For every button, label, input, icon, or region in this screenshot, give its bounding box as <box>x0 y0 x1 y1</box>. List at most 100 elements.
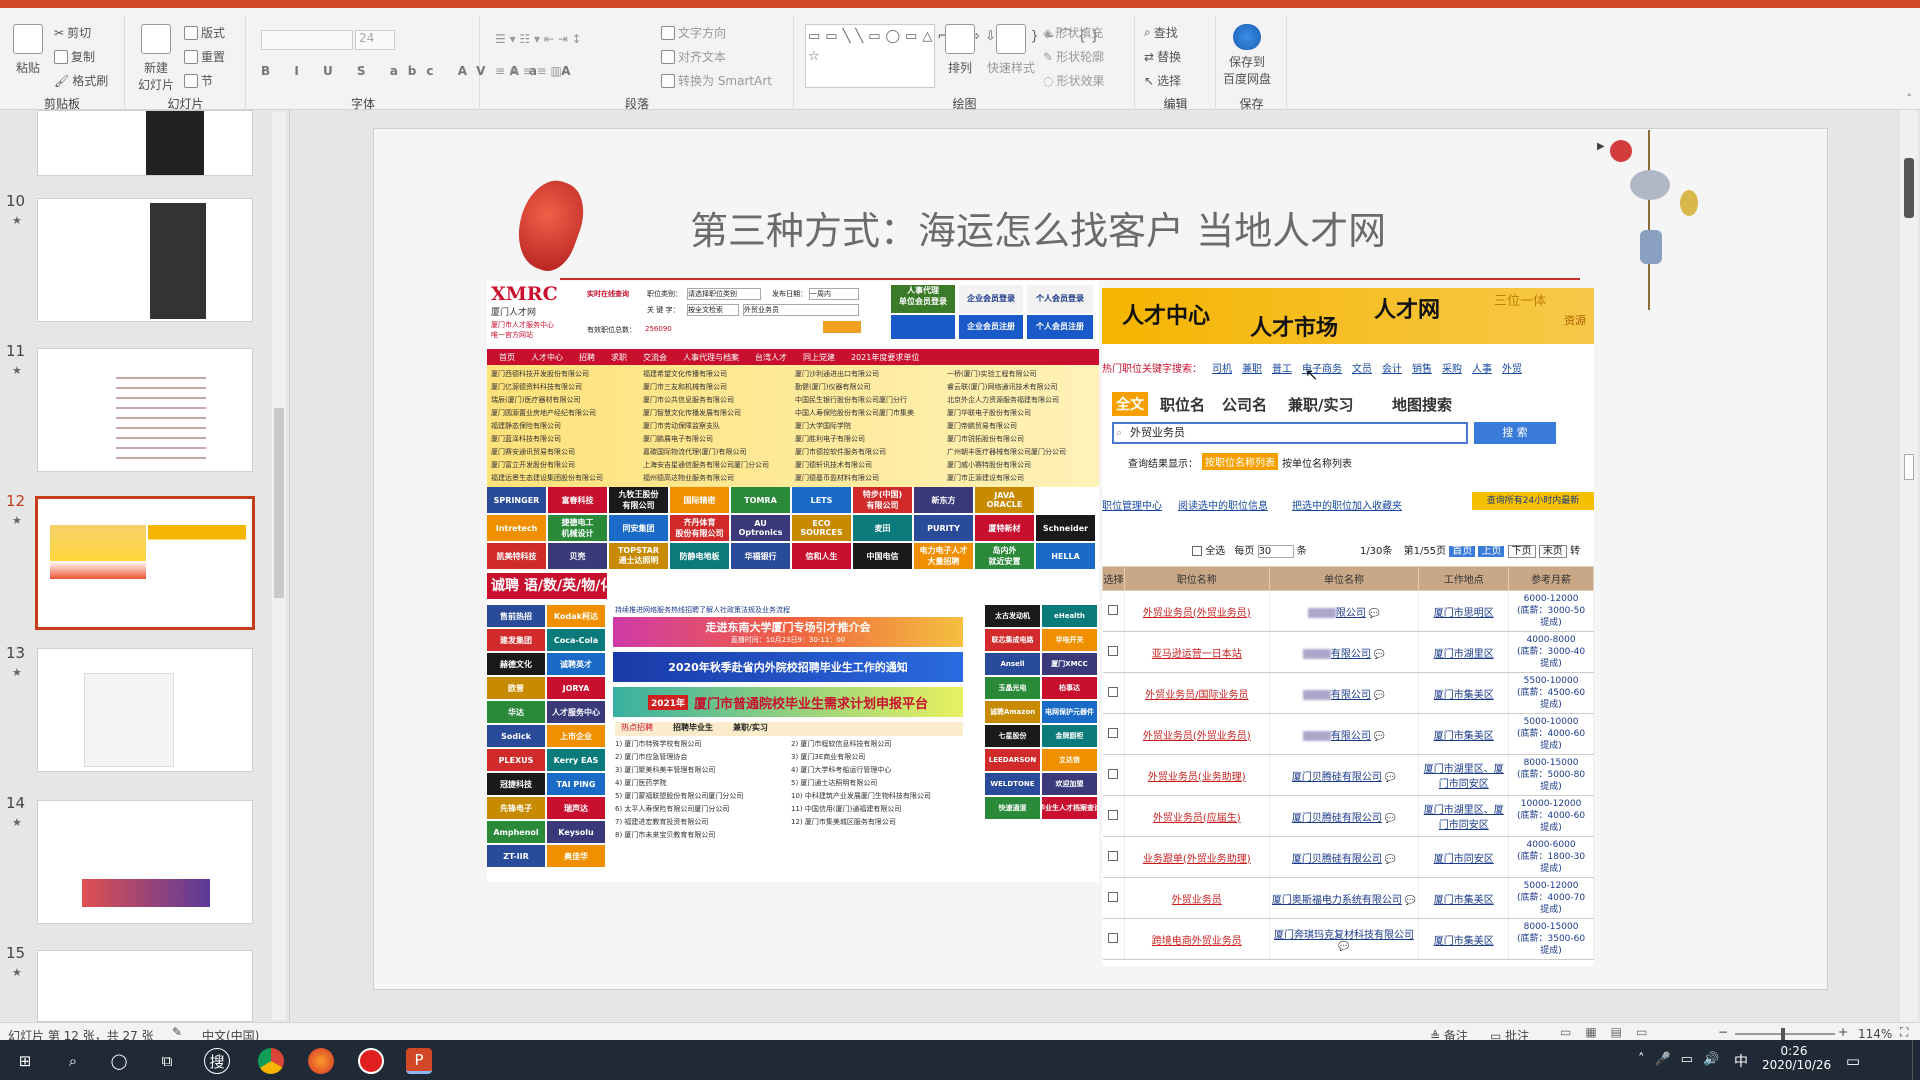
tab-graduates[interactable]: 招聘毕业生 <box>673 722 713 736</box>
scrollbar-thumb[interactable] <box>274 408 284 598</box>
company-link[interactable]: 厦门富立开发股份有限公司 <box>491 460 639 471</box>
company-link[interactable]: 厦门帝鹏贸易有限公司 <box>947 421 1095 432</box>
company-logo[interactable]: 欢迎加盟 <box>1042 773 1097 795</box>
latest-24h-button[interactable]: 查询所有24小时内最新 <box>1472 492 1594 510</box>
company-link[interactable]: 北京外企人力资源服务福建有限公司 <box>947 395 1095 406</box>
task-view-icon[interactable]: ⧉ <box>154 1048 180 1074</box>
zoom-out-button[interactable]: − <box>1718 1025 1728 1039</box>
chat-icon[interactable]: 💬 <box>1382 814 1396 824</box>
company-logo[interactable]: 售前热招 <box>487 605 545 627</box>
company-link[interactable]: 厦门沙利通进出口有限公司 <box>795 369 943 380</box>
notification-icon[interactable]: ▭ <box>1840 1048 1866 1074</box>
company-logo[interactable]: Sodick <box>487 725 545 747</box>
zoom-level[interactable]: 114% <box>1858 1027 1892 1041</box>
chat-icon[interactable]: 💬 <box>1371 691 1385 701</box>
tab-hot-jobs[interactable]: 热点招聘 <box>621 722 653 736</box>
xmrc-website-screenshot[interactable]: XMRC 厦门人才网 厦门市人才服务中心 唯一官方网站 实时在线查询 职位类别：… <box>487 281 1099 882</box>
company-logo[interactable]: 凯美特科技 <box>487 543 546 569</box>
section-button[interactable]: 节 <box>184 72 213 89</box>
job-title-link[interactable]: 外贸业务员 <box>1172 895 1222 906</box>
select-all-checkbox[interactable] <box>1192 546 1202 556</box>
shape-fill-button[interactable]: ◈ 形状填充 <box>1043 24 1103 41</box>
job-mgmt-link[interactable]: 职位管理中心 <box>1102 497 1162 512</box>
company-logo[interactable]: AU Optronics <box>731 515 790 541</box>
record-icon[interactable] <box>358 1048 384 1074</box>
chat-icon[interactable]: 💬 <box>1371 732 1385 742</box>
format-painter-button[interactable]: 🖌 格式刷 <box>54 72 108 89</box>
zoom-in-button[interactable]: + <box>1838 1025 1848 1039</box>
row-checkbox[interactable] <box>1108 932 1119 943</box>
powerpoint-icon[interactable]: P <box>406 1048 432 1074</box>
job-title-link[interactable]: 外贸业务员(应届生) <box>1153 813 1241 824</box>
date-select[interactable]: 一周内 <box>809 288 859 300</box>
slide-title[interactable]: 第三种方式：海运怎么找客户 当地人才网 <box>690 200 1386 255</box>
location-link[interactable]: 厦门市湖里区、厦门市同安区 <box>1424 764 1504 790</box>
company-logo[interactable]: 岛内外 就近安置 <box>975 543 1034 569</box>
location-link[interactable]: 厦门市集美区 <box>1434 690 1494 701</box>
company-logo[interactable]: 快速通道 <box>985 797 1040 819</box>
news-link[interactable]: 7) 福建进宏教育投资有限公司 <box>615 817 787 828</box>
company-link[interactable]: 勤健(厦门)仪器有限公司 <box>795 382 943 393</box>
slide-thumbnail-13[interactable] <box>37 648 253 772</box>
company-logo[interactable]: 电网保护元器件 <box>1042 701 1097 723</box>
company-logo[interactable]: 齐丹体育 股份有限公司 <box>670 515 729 541</box>
font-size-select[interactable]: 24 <box>355 30 395 50</box>
company-login-button[interactable]: 企业会员登录 <box>959 285 1023 313</box>
company-link[interactable]: 厦门奔琪玛克复材科技有限公司 <box>1274 930 1414 941</box>
result-by-company-option[interactable]: 按单位名称列表 <box>1282 455 1352 470</box>
row-checkbox[interactable] <box>1108 727 1119 738</box>
hot-keyword-link[interactable]: 会计 <box>1382 364 1402 375</box>
company-logo[interactable]: 立达信 <box>1042 749 1097 771</box>
company-logo[interactable]: 新东方 <box>914 487 973 513</box>
shapes-gallery[interactable]: ▭▭╲╲▭◯▭△⌐⌐⇨⇩⬠{}~⌒{}☆ <box>805 24 1099 88</box>
scrollbar-marker[interactable] <box>1904 454 1914 480</box>
pager-first-button[interactable]: 首页 <box>1449 546 1476 557</box>
chat-icon[interactable]: 💬 <box>1402 896 1416 906</box>
list-buttons[interactable]: ☰ ▾ ☷ ▾ ⇤ ⇥ ↕ <box>495 32 582 46</box>
company-logo[interactable]: 人才服务中心 <box>547 701 605 723</box>
company-logo[interactable]: LETS <box>792 487 851 513</box>
nav-item[interactable]: 求职 <box>611 352 627 363</box>
company-link[interactable]: 厦门圆源置业房地产经纪有限公司 <box>491 408 639 419</box>
promo-banner-3[interactable]: 2021年 厦门市普通院校毕业生需求计划申报平台 <box>613 687 963 717</box>
nav-item[interactable]: 交流会 <box>643 352 667 363</box>
table-row[interactable]: 外贸业务员 厦门奥斯福电力系统有限公司 💬 厦门市集美区 5000-12000 (底薪… <box>1102 877 1594 919</box>
slide-thumbnail-14[interactable] <box>37 800 253 924</box>
smartart-button[interactable]: 转换为 SmartArt <box>661 72 772 89</box>
company-link[interactable]: 有限公司 <box>1331 649 1371 660</box>
row-checkbox[interactable] <box>1108 645 1119 656</box>
pager-go-button[interactable]: 转 <box>1570 546 1580 557</box>
table-row[interactable]: 业务跟单(外贸业务助理) 厦门贝腾硅有限公司 💬 厦门市同安区 4000-6000 (… <box>1102 836 1594 878</box>
company-link[interactable]: 厦门市三友和机械有限公司 <box>643 382 791 393</box>
job-title-link[interactable]: 亚马逊运营一日本站 <box>1152 649 1242 660</box>
new-slide-button[interactable]: 新建 幻灯片 <box>134 24 178 93</box>
company-link[interactable]: 福建希望文化传播有限公司 <box>643 369 791 380</box>
location-link[interactable]: 厦门市集美区 <box>1434 936 1494 947</box>
table-row[interactable]: 外贸业务员(业务助理) 厦门贝腾硅有限公司 💬 厦门市湖里区、厦门市同安区 8000-… <box>1102 754 1594 796</box>
company-logo[interactable]: 奥佳华 <box>547 845 605 867</box>
company-link[interactable]: 厦门贝腾硅有限公司 <box>1292 772 1382 783</box>
shape-effects-button[interactable]: ◌ 形状效果 <box>1043 72 1105 89</box>
copy-button[interactable]: 复制 <box>54 48 95 65</box>
company-link[interactable]: 厦门鹏展电子有限公司 <box>643 434 791 445</box>
company-logo[interactable]: 诚聘英才 <box>547 653 605 675</box>
company-link[interactable]: 厦门赛安通讯贸易有限公司 <box>491 447 639 458</box>
nav-item[interactable]: 人事代理与档案 <box>683 352 739 363</box>
table-row[interactable]: 外贸业务员(外贸业务员) 限公司 💬 厦门市思明区 6000-12000 (底薪：30… <box>1102 590 1594 632</box>
chrome-icon[interactable] <box>258 1048 284 1074</box>
company-logo[interactable]: 欧普 <box>487 677 545 699</box>
company-link[interactable]: 厦门市德控软件服务有限公司 <box>795 447 943 458</box>
chat-icon[interactable]: 💬 <box>1382 773 1396 783</box>
news-link[interactable]: 3) 厦门聚美科美丰管理有限公司 <box>615 765 787 776</box>
nav-item[interactable]: 人才中心 <box>531 352 563 363</box>
company-link[interactable]: 厦门德基币盈材料有限公司 <box>795 473 943 484</box>
company-logo[interactable]: ZT-IIR <box>487 845 545 867</box>
keyword-input[interactable]: 外贸业务员 <box>743 304 859 316</box>
arrange-button[interactable]: 排列 <box>945 24 975 76</box>
company-logo[interactable]: 上市企业 <box>547 725 605 747</box>
add-favorites-link[interactable]: 把选中的职位加入收藏夹 <box>1292 497 1402 512</box>
company-logo[interactable]: Keysolu <box>547 821 605 843</box>
collapse-ribbon-icon[interactable]: ˄ <box>1907 92 1913 105</box>
ime-indicator[interactable]: 中 <box>1734 1051 1748 1071</box>
company-logo[interactable]: 厦特新材 <box>975 515 1034 541</box>
